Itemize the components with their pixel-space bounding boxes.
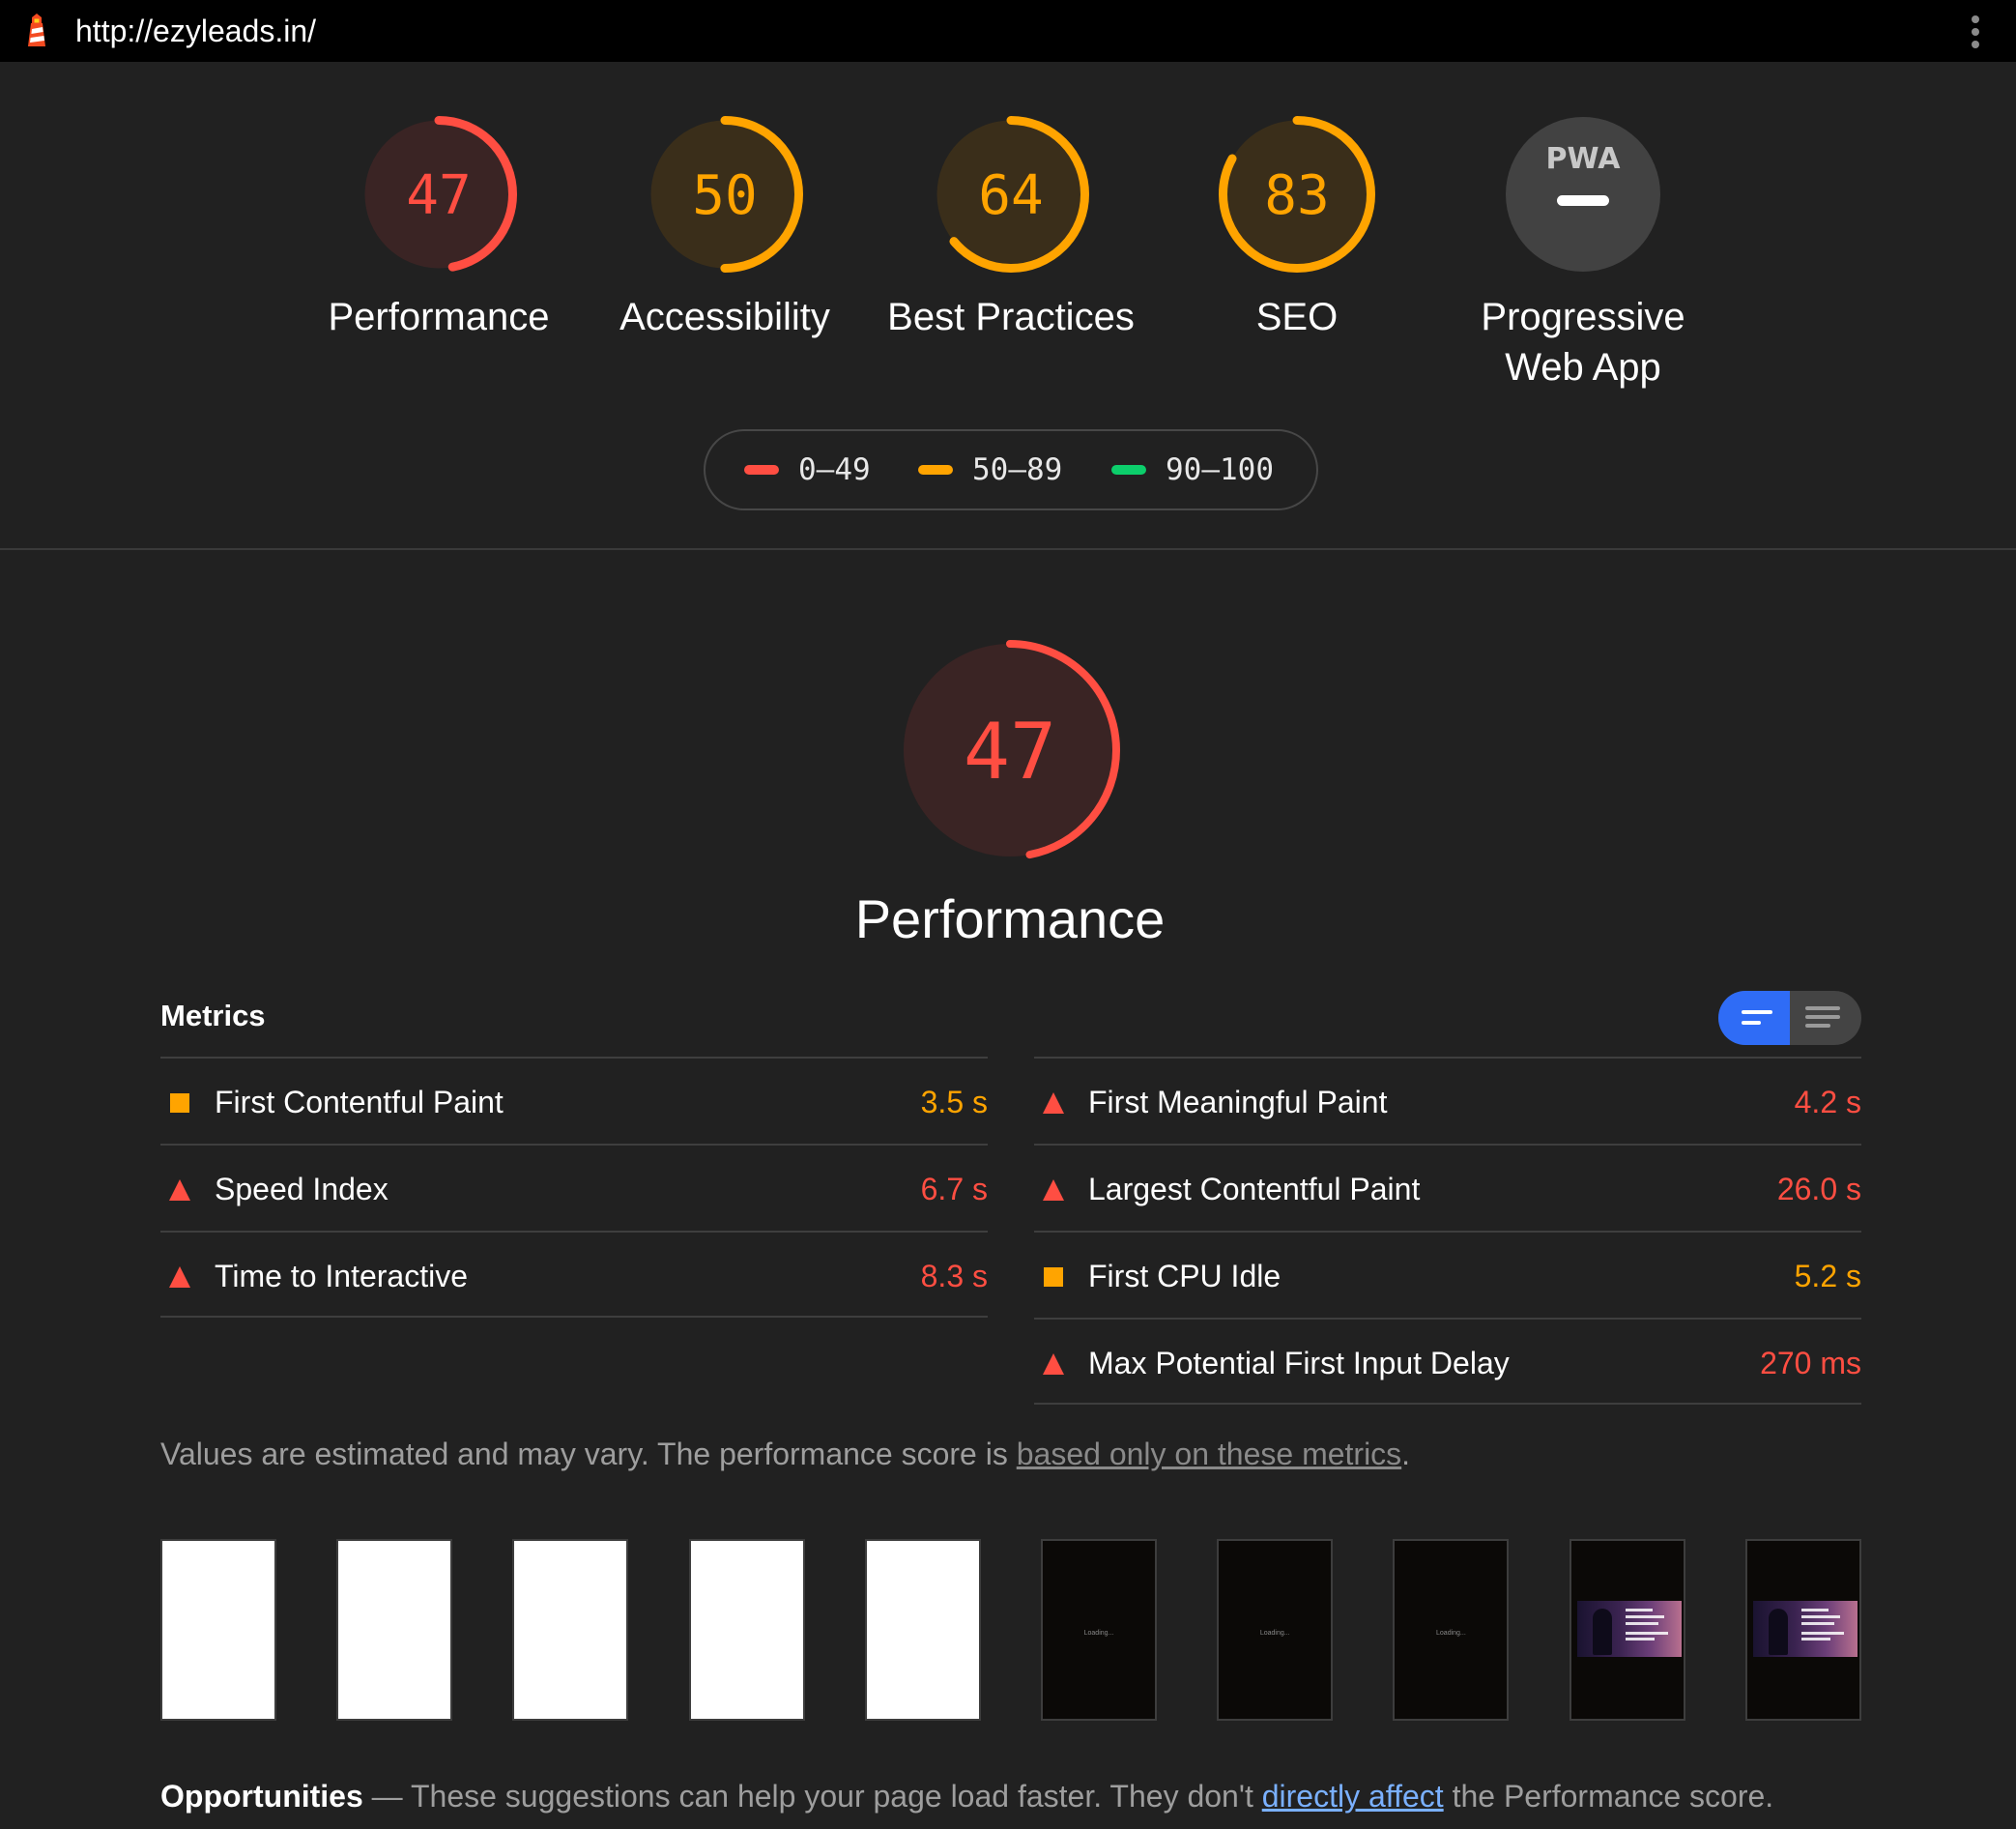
metric-value: 5.2 s	[1794, 1259, 1861, 1293]
pwa-dash-icon	[1557, 195, 1609, 206]
metric-row: First Contentful Paint 3.5 s	[160, 1057, 988, 1144]
frame-loading-text: Loading...	[1436, 1630, 1466, 1637]
legend-item-pass: 90–100	[1111, 431, 1274, 508]
metrics-link[interactable]: based only on these metrics	[1017, 1437, 1401, 1471]
filmstrip-frame: Loading...	[1217, 1539, 1334, 1721]
average-square-icon	[170, 1093, 189, 1113]
performance-section-header: 47 Performance	[802, 638, 1218, 953]
performance-label: Performance	[328, 296, 550, 338]
average-square-icon	[1044, 1267, 1063, 1287]
category-seo[interactable]: 83 SEO	[1152, 114, 1442, 342]
legend-item-fail: 0–49	[744, 431, 871, 508]
metric-row: Max Potential First Input Delay 270 ms	[1034, 1318, 1861, 1405]
filmstrip-frame	[1569, 1539, 1685, 1721]
metric-name: Largest Contentful Paint	[1088, 1172, 1421, 1206]
seo-gauge: 83	[1219, 116, 1375, 273]
filmstrip-frame	[336, 1539, 453, 1721]
metric-row: Largest Contentful Paint 26.0 s	[1034, 1144, 1861, 1231]
performance-score: 47	[406, 164, 471, 227]
fail-triangle-icon	[169, 1266, 190, 1288]
fail-triangle-icon	[169, 1179, 190, 1201]
score-legend: 0–49 50–89 90–100	[704, 429, 1318, 510]
category-performance[interactable]: 47 Performance	[294, 114, 584, 342]
filmstrip-frame	[1744, 1539, 1861, 1721]
toggle-expanded-view[interactable]	[1790, 991, 1861, 1045]
metric-name: Speed Index	[215, 1172, 389, 1206]
opportunities-title: Opportunities	[160, 1779, 363, 1814]
lighthouse-icon	[28, 14, 45, 46]
pwa-badge: PWA	[1546, 142, 1622, 176]
legend-item-average: 50–89	[918, 431, 1062, 508]
metric-value: 6.7 s	[920, 1172, 988, 1206]
fail-triangle-icon	[1043, 1179, 1064, 1201]
metric-value: 3.5 s	[920, 1085, 988, 1119]
frame-hero-image	[1576, 1601, 1682, 1657]
best-practices-gauge: 64	[933, 116, 1089, 273]
category-accessibility[interactable]: 50 Accessibility	[580, 114, 870, 342]
filmstrip-frame	[160, 1539, 276, 1721]
metric-name: First CPU Idle	[1088, 1259, 1282, 1293]
progressive-web-app-gauge: PWA	[1506, 117, 1660, 272]
metric-name: Time to Interactive	[215, 1259, 469, 1293]
filmstrip-frame: Loading...	[1041, 1539, 1157, 1721]
directly-affect-link[interactable]: directly affect	[1262, 1779, 1444, 1814]
frame-loading-text: Loading...	[1259, 1630, 1290, 1637]
pwa-gauge-bg	[1506, 117, 1660, 272]
filmstrip-frame	[688, 1539, 805, 1721]
category-best-practices[interactable]: 64 Best Practices	[866, 114, 1156, 342]
metric-name: First Contentful Paint	[215, 1085, 504, 1119]
accessibility-score: 50	[692, 164, 757, 227]
opportunities-header: Opportunities — These suggestions can he…	[160, 1779, 1774, 1814]
metrics-heading: Metrics	[160, 999, 266, 1032]
performance-big-gauge: 47	[900, 640, 1120, 860]
more-vert-icon[interactable]	[1964, 14, 1987, 50]
metrics-view-toggle[interactable]	[1718, 991, 1861, 1045]
metric-value: 4.2 s	[1794, 1085, 1861, 1119]
metrics-note: Values are estimated and may vary. The p…	[160, 1437, 1411, 1471]
frame-loading-text: Loading...	[1083, 1630, 1114, 1637]
progressive-web-app-label: Progressive Web App	[1481, 296, 1685, 389]
accessibility-label: Accessibility	[619, 296, 830, 338]
filmstrip-frame: Loading...	[1393, 1539, 1510, 1721]
fail-triangle-icon	[1043, 1092, 1064, 1114]
best-practices-score: 64	[978, 164, 1043, 227]
accessibility-gauge: 50	[647, 116, 803, 273]
metrics-left-column: First Contentful Paint 3.5 s Speed Index 6.…	[160, 1057, 988, 1318]
browser-top-bar: http://ezyleads.in/	[0, 0, 2016, 62]
metric-row: Time to Interactive 8.3 s	[160, 1231, 988, 1318]
best-practices-label: Best Practices	[887, 296, 1135, 338]
performance-title: Performance	[854, 888, 1166, 949]
metric-value: 26.0 s	[1776, 1172, 1861, 1206]
metric-value: 270 ms	[1760, 1346, 1861, 1380]
filmstrip-frame	[864, 1539, 981, 1721]
metric-row: Speed Index 6.7 s	[160, 1144, 988, 1231]
frame-hero-image	[1752, 1601, 1858, 1657]
toggle-compact-view[interactable]	[1718, 991, 1790, 1045]
seo-label: SEO	[1255, 296, 1339, 338]
category-progressive-web-app[interactable]: PWA Progressive Web App	[1438, 114, 1728, 392]
seo-score: 83	[1264, 164, 1329, 227]
metric-name: Max Potential First Input Delay	[1088, 1346, 1510, 1380]
performance-big-score: 47	[964, 707, 1056, 797]
metric-value: 8.3 s	[920, 1259, 988, 1293]
performance-gauge: 47	[360, 116, 517, 273]
filmstrip-frame	[512, 1539, 629, 1721]
metric-row: First Meaningful Paint 4.2 s	[1034, 1057, 1861, 1144]
fail-triangle-icon	[1043, 1353, 1064, 1375]
metrics-right-column: First Meaningful Paint 4.2 s Largest Conte…	[1034, 1057, 1861, 1405]
page-url: http://ezyleads.in/	[75, 14, 317, 48]
metric-name: First Meaningful Paint	[1088, 1085, 1388, 1119]
section-divider	[0, 548, 2016, 550]
metric-row: First CPU Idle 5.2 s	[1034, 1231, 1861, 1318]
